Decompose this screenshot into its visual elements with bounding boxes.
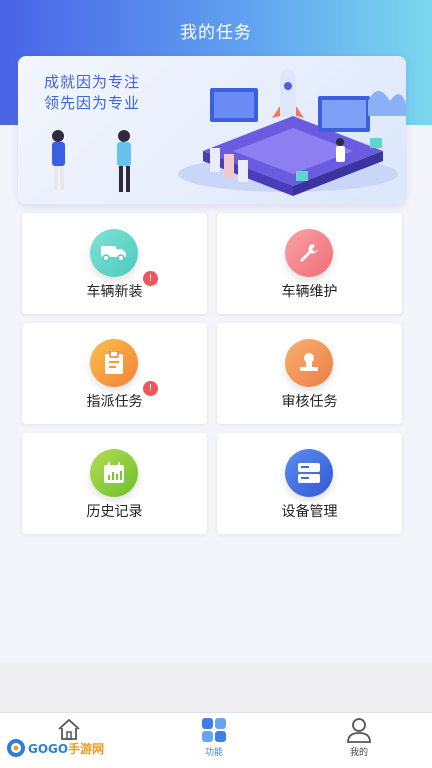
tab-label: 我的 <box>349 748 368 758</box>
banner-slogan: 成就因为专注 领先因为专业 <box>44 72 140 114</box>
tab-functions[interactable]: 功能 <box>164 717 264 758</box>
card-review-task[interactable]: 审核任务 <box>217 323 402 424</box>
grid-icon <box>201 717 227 743</box>
tab-label: 功能 <box>204 748 223 758</box>
card-vehicle-maintenance[interactable]: 车辆维护 <box>217 213 402 314</box>
wrench-icon <box>285 229 333 277</box>
card-device-management[interactable]: 设备管理 <box>217 433 402 534</box>
page-title: 我的任务 <box>180 23 252 43</box>
user-icon <box>346 717 372 743</box>
card-label: 车辆维护 <box>281 284 338 300</box>
clipboard-icon <box>90 339 138 387</box>
truck-icon <box>90 229 138 277</box>
card-vehicle-install[interactable]: ! 车辆新装 <box>22 213 207 314</box>
watermark-suffix: 手游网 <box>68 741 105 756</box>
card-label: 车辆新装 <box>86 284 143 300</box>
card-label: 设备管理 <box>281 504 338 520</box>
tab-profile[interactable]: 我的 <box>309 717 409 758</box>
card-history[interactable]: 历史记录 <box>22 433 207 534</box>
banner-slogan-line2: 领先因为专业 <box>44 94 141 112</box>
card-label: 历史记录 <box>86 504 143 520</box>
bottom-spacer <box>0 662 432 712</box>
banner-slogan-line1: 成就因为专注 <box>44 73 141 91</box>
watermark-text: GOGO手游网 <box>28 740 104 757</box>
card-label: 审核任务 <box>281 394 338 410</box>
watermark-icon <box>7 739 25 757</box>
card-label: 指派任务 <box>86 394 143 410</box>
watermark-logo: GOGO手游网 <box>6 737 104 759</box>
stamp-icon <box>285 339 333 387</box>
promo-banner[interactable]: 成就因为专注 领先因为专业 <box>18 56 406 204</box>
server-icon <box>285 449 333 497</box>
watermark-brand: GOGO <box>28 741 69 756</box>
card-assign-task[interactable]: ! 指派任务 <box>22 323 207 424</box>
calendar-chart-icon <box>90 449 138 497</box>
